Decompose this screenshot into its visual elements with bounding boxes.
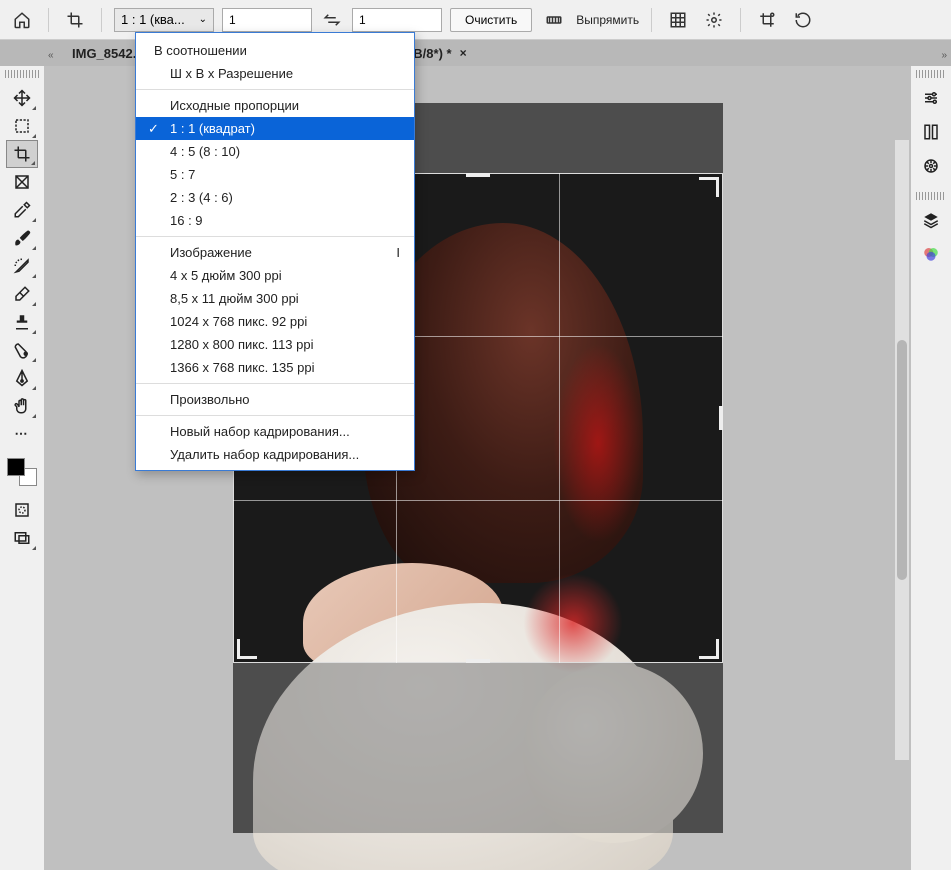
gradient-tool[interactable] — [6, 336, 38, 364]
straighten-icon[interactable] — [540, 6, 568, 34]
adjustments-panel-icon[interactable] — [916, 84, 946, 112]
hand-tool[interactable] — [6, 392, 38, 420]
dropdown-item[interactable]: Удалить набор кадрирования... — [136, 443, 414, 466]
dropdown-item[interactable]: Ш x В x Разрешение — [136, 62, 414, 85]
reset-crop-icon[interactable] — [789, 6, 817, 34]
dropdown-item[interactable]: 4 x 5 дюйм 300 ppi — [136, 264, 414, 287]
crop-width-input[interactable] — [222, 8, 312, 32]
frame-tool[interactable] — [6, 168, 38, 196]
content-aware-crop-icon[interactable] — [753, 6, 781, 34]
history-brush-tool[interactable] — [6, 252, 38, 280]
channels-panel-icon[interactable] — [916, 240, 946, 268]
eyedropper-tool[interactable] — [6, 196, 38, 224]
edit-toolbar[interactable]: ⋯ — [6, 420, 38, 448]
dropdown-item[interactable]: 1024 x 768 пикс. 92 ppi — [136, 310, 414, 333]
vertical-scrollbar[interactable] — [895, 140, 909, 760]
stamp-tool[interactable] — [6, 308, 38, 336]
crop-height-input[interactable] — [352, 8, 442, 32]
marquee-tool[interactable] — [6, 112, 38, 140]
libraries-panel-icon[interactable] — [916, 118, 946, 146]
wheel-panel-icon[interactable] — [916, 152, 946, 180]
crop-handle-right[interactable] — [719, 406, 723, 430]
color-swatches[interactable] — [7, 458, 37, 486]
dropdown-item-selected[interactable]: 1 : 1 (квадрат) — [136, 117, 414, 140]
pen-tool[interactable] — [6, 364, 38, 392]
dropdown-item[interactable]: Исходные пропорции — [136, 94, 414, 117]
swap-dimensions-icon[interactable] — [320, 8, 344, 32]
collapse-right-icon[interactable]: » — [941, 50, 947, 61]
crop-handle-bl[interactable] — [237, 639, 257, 659]
crop-tool[interactable] — [6, 140, 38, 168]
dropdown-item[interactable]: В соотношении — [136, 37, 414, 62]
aspect-ratio-value: 1 : 1 (ква... — [121, 12, 185, 27]
straighten-label: Выпрямить — [576, 13, 639, 27]
dropdown-item[interactable]: 2 : 3 (4 : 6) — [136, 186, 414, 209]
close-icon[interactable]: × — [460, 46, 467, 60]
dropdown-item[interactable]: 1366 x 768 пикс. 135 ppi — [136, 356, 414, 379]
dropdown-item[interactable]: Изображение I — [136, 241, 414, 264]
dropdown-item[interactable]: 16 : 9 — [136, 209, 414, 232]
dropdown-item[interactable]: 8,5 x 11 дюйм 300 ppi — [136, 287, 414, 310]
overlay-grid-icon[interactable] — [664, 6, 692, 34]
collapse-left-icon[interactable]: « — [48, 50, 54, 61]
tools-panel: ⋯ — [0, 66, 44, 552]
panel-grip[interactable] — [916, 70, 946, 78]
crop-handle-br[interactable] — [699, 639, 719, 659]
panel-grip[interactable] — [916, 192, 946, 200]
move-tool[interactable] — [6, 84, 38, 112]
clear-button[interactable]: Очистить — [450, 8, 532, 32]
aspect-ratio-select[interactable]: 1 : 1 (ква... ⌄ — [114, 8, 214, 32]
right-panel-dock — [911, 66, 951, 268]
keyboard-shortcut: I — [396, 245, 400, 260]
crop-dim-overlay — [233, 663, 723, 833]
dropdown-item[interactable]: 4 : 5 (8 : 10) — [136, 140, 414, 163]
screen-mode-tool[interactable] — [6, 524, 38, 552]
crop-handle-tr[interactable] — [699, 177, 719, 197]
foreground-color-swatch[interactable] — [7, 458, 25, 476]
scrollbar-thumb[interactable] — [897, 340, 907, 580]
chevron-down-icon: ⌄ — [199, 14, 207, 25]
crop-tool-icon[interactable] — [61, 6, 89, 34]
dropdown-item[interactable]: 5 : 7 — [136, 163, 414, 186]
layers-panel-icon[interactable] — [916, 206, 946, 234]
aspect-ratio-dropdown: В соотношении Ш x В x Разрешение Исходны… — [135, 32, 415, 471]
quick-mask-tool[interactable] — [6, 496, 38, 524]
dropdown-item[interactable]: Новый набор кадрирования... — [136, 420, 414, 443]
brush-tool[interactable] — [6, 224, 38, 252]
eraser-tool[interactable] — [6, 280, 38, 308]
home-icon[interactable] — [8, 6, 36, 34]
gear-icon[interactable] — [700, 6, 728, 34]
dropdown-item[interactable]: Произвольно — [136, 388, 414, 411]
crop-handle-bottom[interactable] — [466, 659, 490, 663]
panel-grip[interactable] — [5, 70, 39, 78]
crop-handle-top[interactable] — [466, 173, 490, 177]
dropdown-item[interactable]: 1280 x 800 пикс. 113 ppi — [136, 333, 414, 356]
